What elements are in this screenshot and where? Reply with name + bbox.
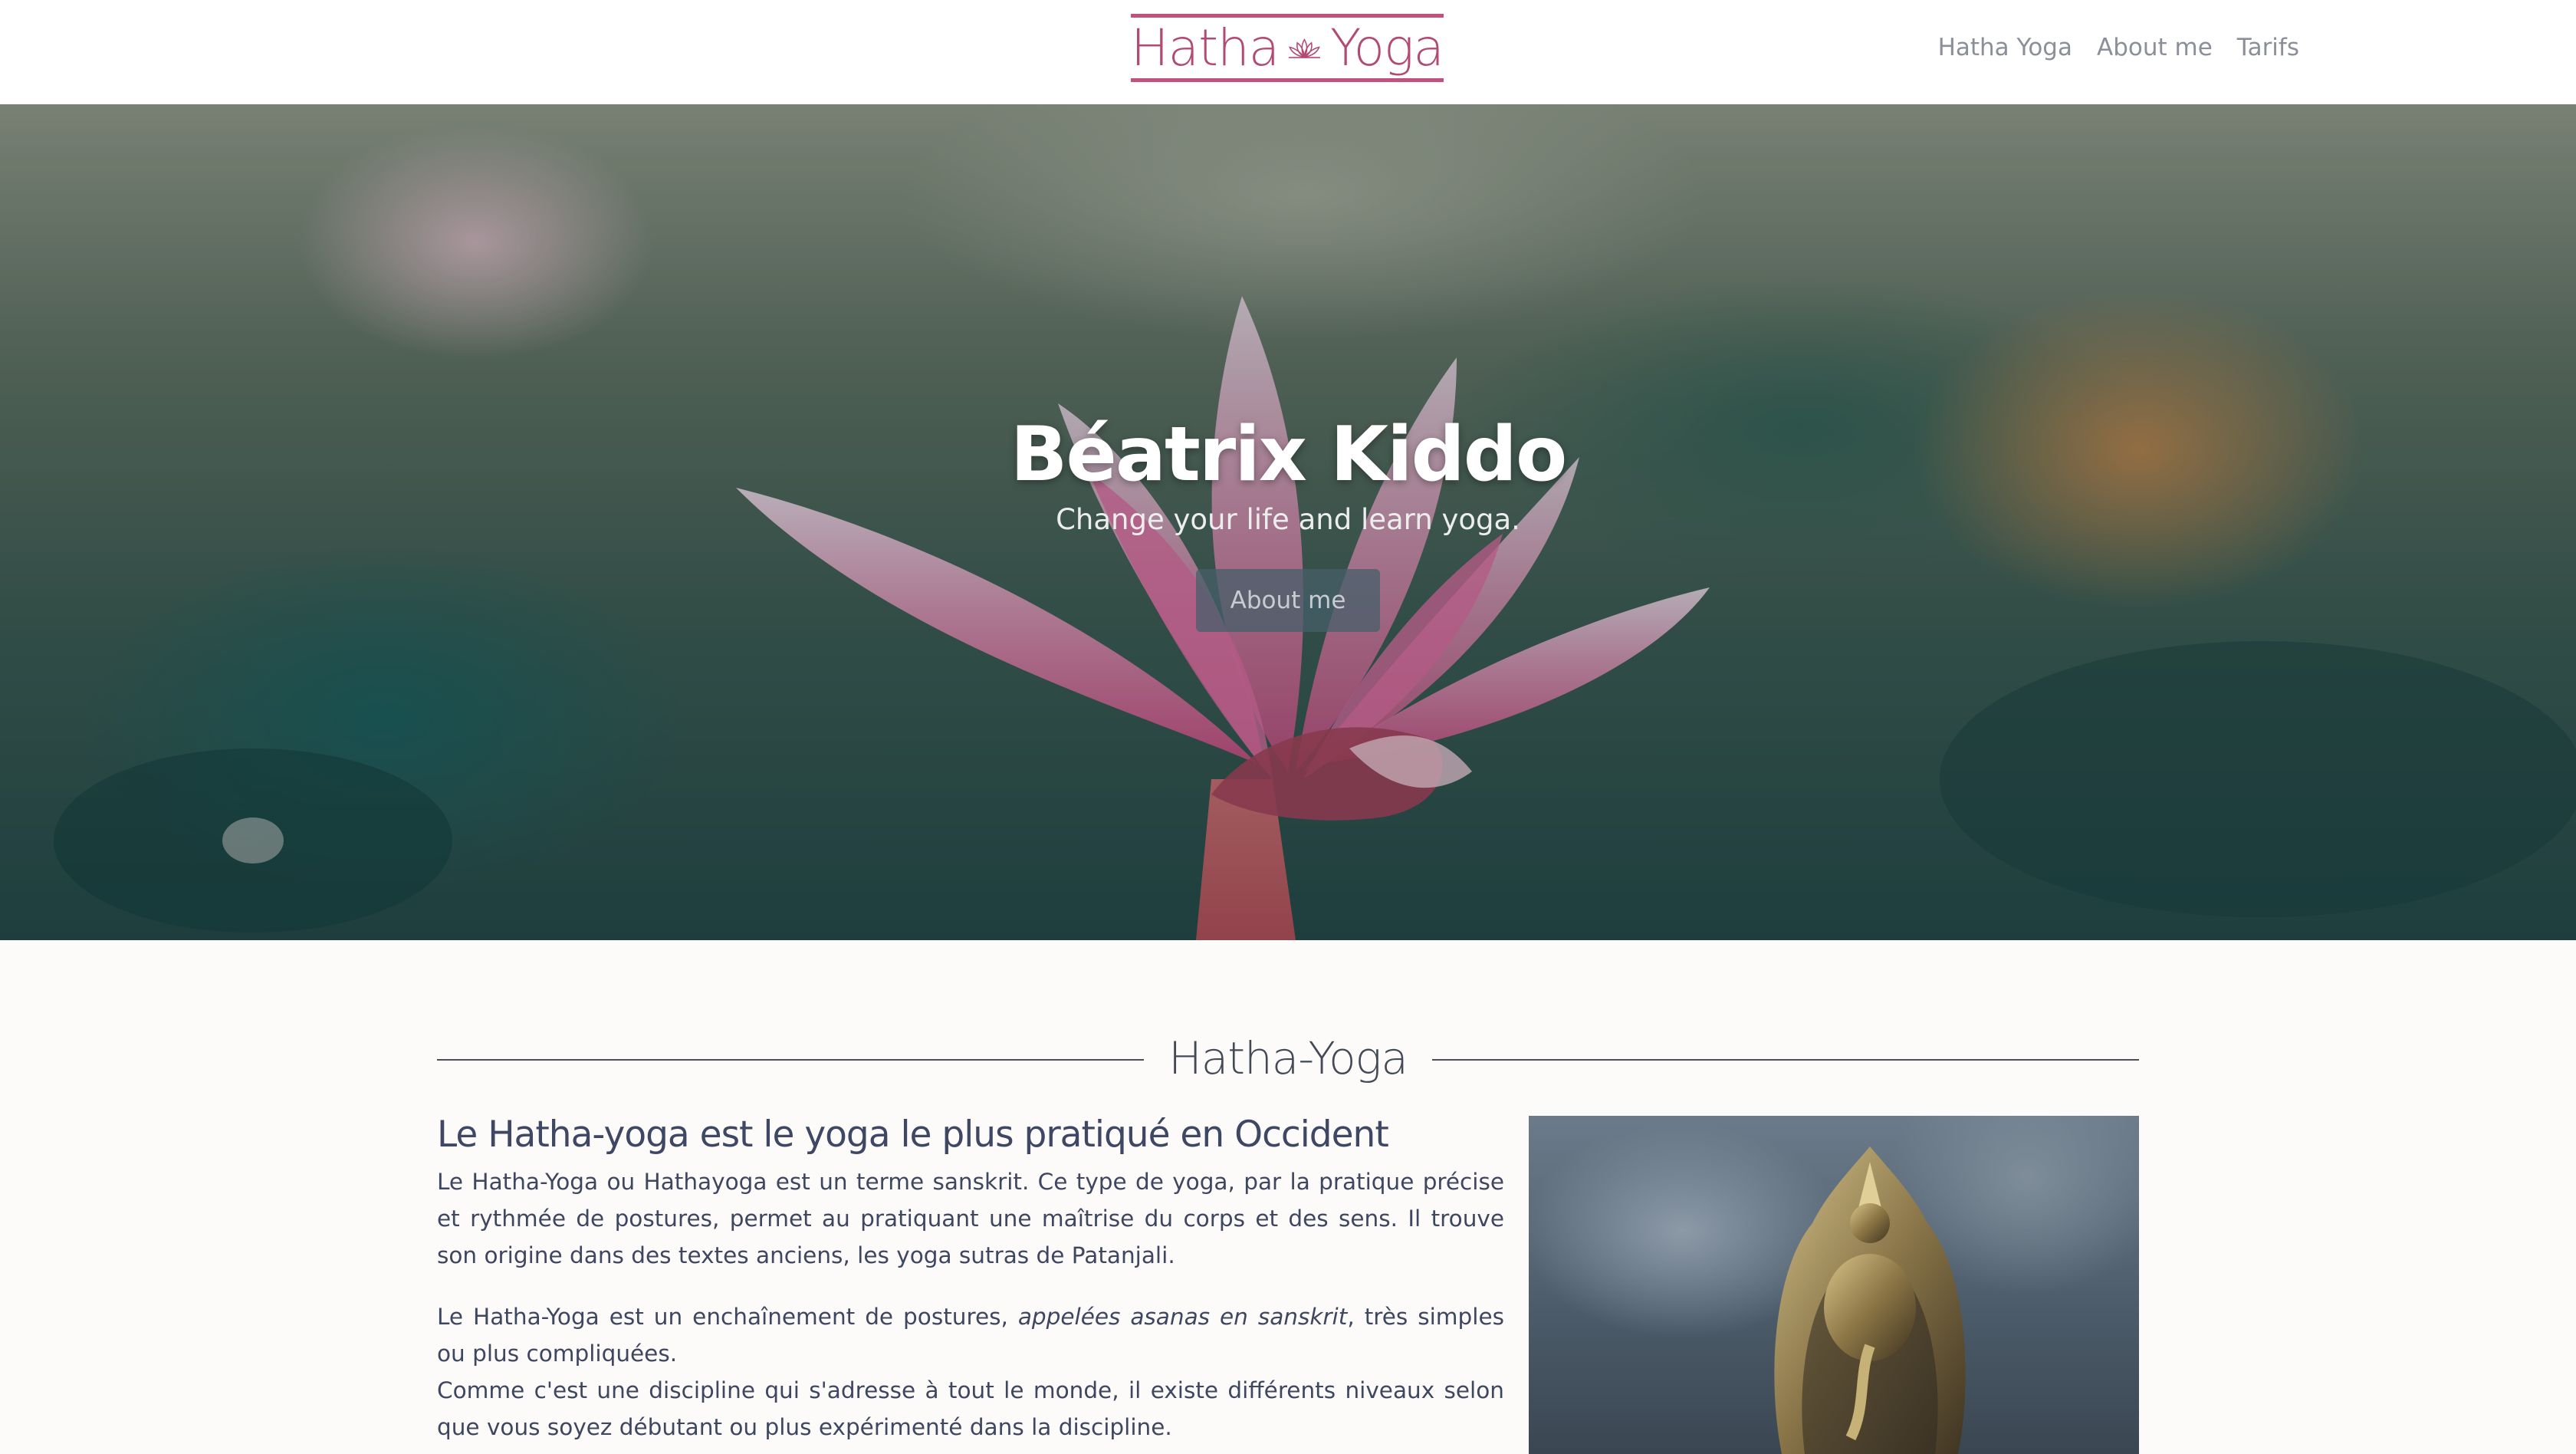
about-me-button[interactable]: About me xyxy=(1196,569,1380,632)
nav-item-hatha-yoga[interactable]: Hatha Yoga xyxy=(1938,34,2072,61)
brand-logo[interactable]: Hatha Yoga xyxy=(1131,14,1444,82)
hero-title: Béatrix Kiddo xyxy=(1010,411,1568,498)
p2-emphasis: appelées asanas en sanskrit xyxy=(1017,1304,1348,1330)
lotus-icon xyxy=(1289,38,1321,58)
section-title: Hatha-Yoga xyxy=(1168,1032,1408,1084)
ganesha-statue-graphic xyxy=(1774,1146,1966,1454)
main-nav: Hatha Yoga About me Tarifs xyxy=(1938,34,2299,61)
hero-banner: Béatrix Kiddo Change your life and learn… xyxy=(0,104,2576,940)
brand-word-left: Hatha xyxy=(1131,18,1280,77)
divider-right xyxy=(1432,1059,2139,1061)
section-header: Hatha-Yoga xyxy=(437,1026,2139,1095)
article-paragraph-2: Le Hatha-Yoga est un enchaînement de pos… xyxy=(437,1298,1504,1372)
article-paragraph-1: Le Hatha-Yoga ou Hathayoga est un terme … xyxy=(437,1169,1504,1268)
navbar: Hatha Yoga Hatha Yoga About me Tarifs xyxy=(0,0,2576,104)
hero-subtitle: Change your life and learn yoga. xyxy=(1056,503,1520,536)
brand-word-right: Yoga xyxy=(1330,18,1444,77)
nav-item-about-me[interactable]: About me xyxy=(2097,34,2213,61)
article-paragraph-3: Comme c'est une discipline qui s'adresse… xyxy=(437,1377,1504,1440)
p2-text-before: Le Hatha-Yoga est un enchaînement de pos… xyxy=(437,1304,1018,1330)
article-heading: Le Hatha-yoga est le yoga le plus pratiq… xyxy=(437,1114,1389,1156)
hatha-yoga-article: Le Hatha-yoga est le yoga le plus pratiq… xyxy=(437,1114,1504,1446)
ganesha-statue-image xyxy=(1529,1116,2139,1454)
nav-item-tarifs[interactable]: Tarifs xyxy=(2237,34,2299,61)
